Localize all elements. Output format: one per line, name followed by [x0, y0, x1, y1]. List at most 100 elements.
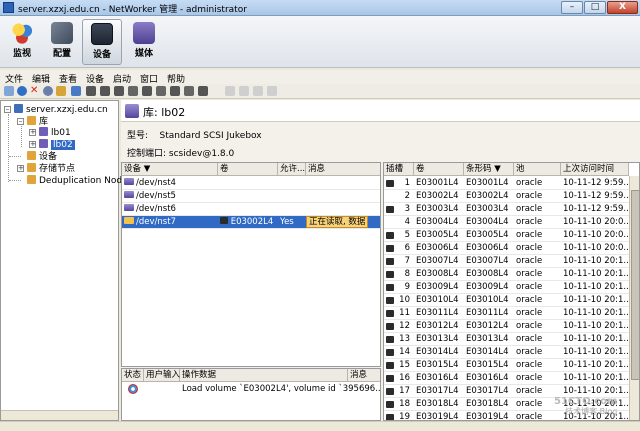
operations-log-table: 状态 用户输入 操作数据 消息 Load volume `E03002L4', … — [121, 368, 381, 421]
tape-cartridge-icon — [386, 388, 394, 395]
app-icon — [3, 2, 14, 13]
expand-lib01[interactable]: + — [29, 129, 36, 136]
tree-node-devices[interactable]: 设备 — [27, 151, 57, 162]
table-row[interactable]: 13 E03013L4 E03013L4 oracle 10-11-10 20:1... — [384, 333, 631, 346]
table-row[interactable]: 11 E03011L4 E03011L4 oracle 10-11-10 20:1... — [384, 307, 631, 320]
device-op-icon-6[interactable] — [156, 86, 166, 96]
slot-table-scrollbar[interactable] — [629, 176, 639, 420]
table-row[interactable]: 9 E03009L4 E03009L4 oracle 10-11-10 20:1... — [384, 281, 631, 294]
library-icon — [39, 127, 48, 136]
table-row[interactable]: 1 E03001L4 E03001L4 oracle 10-11-12 9:59... — [384, 177, 631, 190]
print-icon[interactable] — [267, 86, 277, 96]
help-icon[interactable] — [43, 86, 53, 96]
find-icon[interactable] — [253, 86, 263, 96]
tape-cartridge-icon — [386, 414, 394, 420]
table-row[interactable]: 7 E03007L4 E03007L4 oracle 10-11-10 20:1... — [384, 255, 631, 268]
device-op-icon-1[interactable] — [86, 86, 96, 96]
refresh-icon[interactable] — [71, 86, 81, 96]
table-row[interactable]: 4 E03004L4 E03004L4 oracle 10-11-10 20:0... — [384, 216, 631, 229]
col-status[interactable]: 状态 — [122, 369, 144, 382]
table-row[interactable]: 14 E03014L4 E03014L4 oracle 10-11-10 20:1... — [384, 346, 631, 359]
tape-drive-icon — [124, 191, 134, 198]
tree-node-lb02[interactable]: lb02 — [39, 139, 75, 150]
tape-cartridge-icon — [386, 349, 394, 356]
navigation-tree: – server.xzxj.edu.cn – 库 + lb01 + lb02 设… — [0, 100, 132, 421]
col-volume[interactable]: 卷 — [218, 163, 278, 176]
table-row[interactable]: 12 E03012L4 E03012L4 oracle 10-11-10 20:1... — [384, 320, 631, 333]
col-operation-data[interactable]: 操作数据 — [180, 369, 348, 382]
device-op-icon-4[interactable] — [128, 86, 138, 96]
device-op-icon-8[interactable] — [184, 86, 194, 96]
col-slot-volume[interactable]: 卷 — [414, 163, 464, 176]
tape-drive-active-icon — [124, 217, 134, 224]
device-op-icon-7[interactable] — [170, 86, 180, 96]
scroll-thumb[interactable] — [631, 190, 639, 380]
col-pool[interactable]: 池 — [514, 163, 561, 176]
monitor-button[interactable]: 监视 — [2, 19, 42, 65]
tree-node-server[interactable]: server.xzxj.edu.cn — [14, 104, 108, 115]
table-row[interactable]: 5 E03005L4 E03005L4 oracle 10-11-10 20:0... — [384, 229, 631, 242]
filter-icon[interactable] — [239, 86, 249, 96]
table-row[interactable]: 8 E03008L4 E03008L4 oracle 10-11-10 20:1... — [384, 268, 631, 281]
col-device[interactable]: 设备 ▼ — [122, 163, 218, 176]
server-icon — [14, 104, 23, 113]
close-button[interactable]: X — [607, 1, 638, 14]
tape-drive-icon — [124, 178, 134, 185]
tree-node-storage-nodes[interactable]: 存储节点 — [27, 163, 75, 174]
devices-button[interactable]: 设备 — [82, 19, 122, 65]
table-row[interactable]: /dev/nst5 — [122, 190, 380, 203]
copy-icon[interactable] — [225, 86, 235, 96]
maximize-button[interactable]: □ — [584, 1, 606, 14]
config-button[interactable]: 配置 — [42, 19, 82, 65]
device-op-icon-2[interactable] — [100, 86, 110, 96]
menu-bar: 文件 编辑 查看 设备 启动 窗口 帮助 — [0, 70, 640, 85]
action-toolbar: ✕ — [0, 84, 640, 99]
device-op-icon-5[interactable] — [142, 86, 152, 96]
tape-cartridge-icon — [386, 180, 394, 187]
tape-drive-icon — [124, 204, 134, 211]
edit-icon[interactable] — [56, 86, 66, 96]
delete-icon[interactable]: ✕ — [30, 86, 40, 96]
info-icon[interactable] — [17, 86, 27, 96]
col-last-access[interactable]: 上次访问时间 — [561, 163, 629, 176]
folder-icon — [27, 175, 36, 184]
device-op-icon-9[interactable] — [198, 86, 208, 96]
title-bar: server.xzxj.edu.cn - NetWorker 管理 - admi… — [0, 0, 640, 16]
tree-horizontal-scrollbar[interactable] — [1, 410, 118, 420]
table-row[interactable]: 3 E03003L4 E03003L4 oracle 10-11-12 9:59... — [384, 203, 631, 216]
tree-node-dedup[interactable]: Deduplication Nodes — [27, 175, 132, 186]
table-row[interactable]: 2 E03002L4 E03002L4 oracle 10-11-12 9:59... — [384, 190, 631, 203]
col-message[interactable]: 消息 — [306, 163, 380, 176]
collapse-libraries[interactable]: – — [17, 118, 24, 125]
log-row[interactable]: Load volume `E03002L4', volume id `39569… — [122, 383, 380, 396]
table-row[interactable]: 15 E03015L4 E03015L4 oracle 10-11-10 20:1... — [384, 359, 631, 372]
tree-node-lb01[interactable]: lb01 — [39, 127, 71, 138]
col-slot[interactable]: 插槽 — [384, 163, 414, 176]
expand-lib02[interactable]: + — [29, 141, 36, 148]
table-row[interactable]: /dev/nst6 — [122, 203, 380, 216]
tape-cartridge-icon — [386, 310, 394, 317]
table-row[interactable]: /dev/nst4 — [122, 177, 380, 190]
tree-node-libraries[interactable]: 库 — [27, 116, 48, 127]
media-button[interactable]: 媒体 — [124, 19, 164, 65]
device-op-icon-3[interactable] — [114, 86, 124, 96]
table-row[interactable]: 16 E03016L4 E03016L4 oracle 10-11-10 20:1... — [384, 372, 631, 385]
new-icon[interactable] — [4, 86, 14, 96]
tape-cartridge-icon — [386, 258, 394, 265]
device-status-badge: 正在读取, 数据 — [306, 216, 369, 228]
slot-table: 插槽 卷 条形码 ▼ 池 上次访问时间 1 E03001L4 E03001L4 ora… — [383, 162, 640, 421]
devices-icon — [91, 23, 113, 45]
col-barcode[interactable]: 条形码 ▼ — [464, 163, 514, 176]
tape-cartridge-icon — [386, 271, 394, 278]
table-row-selected[interactable]: /dev/nst7 E03002L4 Yes 正在读取, 数据 — [122, 216, 380, 229]
col-log-message[interactable]: 消息 — [348, 369, 380, 382]
col-allow[interactable]: 允许... — [278, 163, 306, 176]
col-user-input[interactable]: 用户输入 — [144, 369, 180, 382]
tape-cartridge-icon — [386, 232, 394, 239]
minimize-button[interactable]: – — [561, 1, 583, 14]
table-row[interactable]: 6 E03006L4 E03006L4 oracle 10-11-10 20:0... — [384, 242, 631, 255]
collapse-server[interactable]: – — [4, 106, 11, 113]
loading-icon — [128, 384, 138, 394]
expand-storage-nodes[interactable]: + — [17, 165, 24, 172]
table-row[interactable]: 10 E03010L4 E03010L4 oracle 10-11-10 20:1... — [384, 294, 631, 307]
